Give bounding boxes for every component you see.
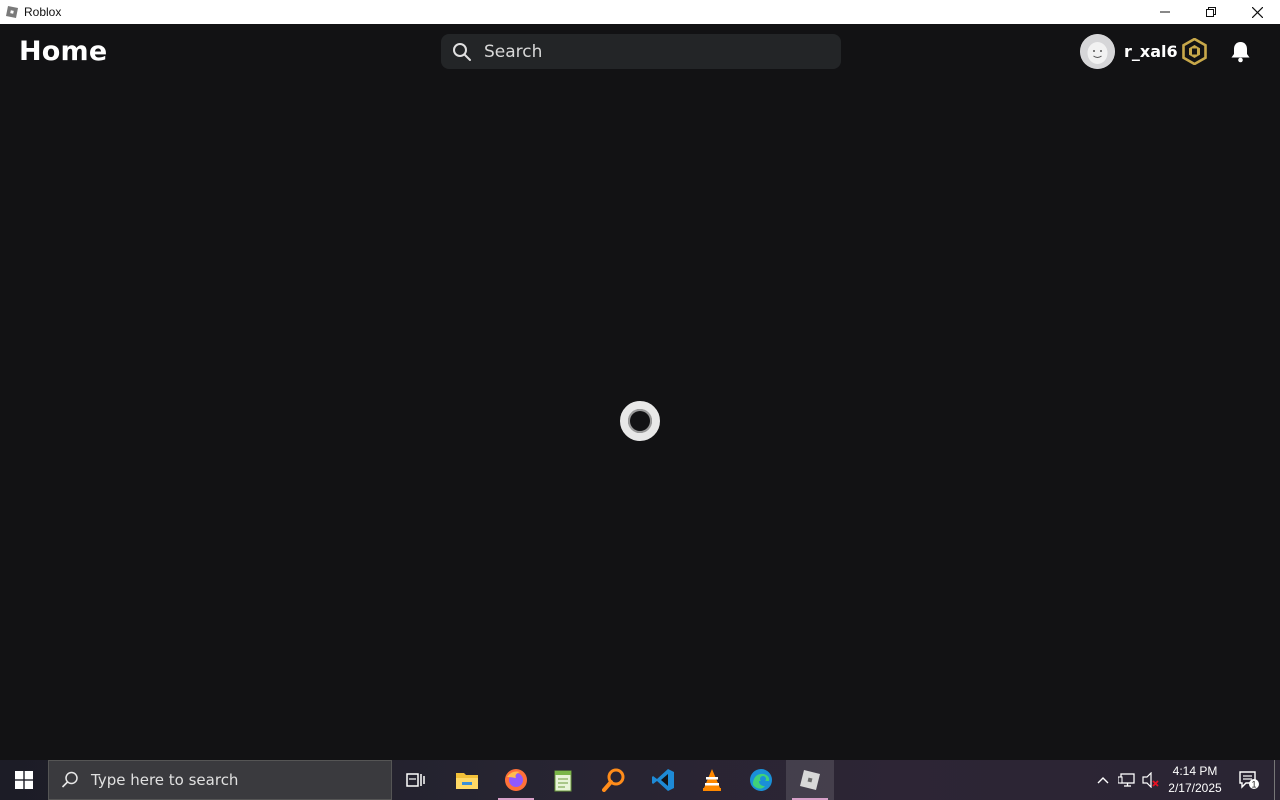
edge-icon[interactable] [737,760,785,800]
task-view-icon[interactable] [392,760,440,800]
taskbar-clock[interactable]: 4:14 PM 2/17/2025 [1164,763,1226,797]
search-bar[interactable] [441,34,841,69]
windows-logo-icon [15,771,33,789]
window-titlebar[interactable]: Roblox [0,0,1280,24]
firefox-icon[interactable] [492,760,540,800]
page-title: Home [19,36,108,67]
avatar[interactable] [1080,34,1115,69]
roblox-app-icon [5,5,19,19]
network-icon[interactable] [1116,760,1138,800]
search-icon [452,42,472,62]
search-app-icon[interactable] [590,760,638,800]
notifications-bell-icon[interactable] [1228,39,1253,64]
vscode-icon[interactable] [639,760,687,800]
search-input[interactable] [482,40,826,63]
roblox-icon[interactable] [786,760,834,800]
notepad-plus-icon[interactable] [540,760,588,800]
taskbar-search-box[interactable]: Type here to search [48,760,392,800]
vlc-icon[interactable] [688,760,736,800]
show-desktop-button[interactable] [1274,760,1280,800]
restore-button[interactable] [1188,0,1234,24]
start-button[interactable] [0,760,48,800]
clock-date: 2/17/2025 [1168,781,1222,795]
taskbar-search-icon [61,771,79,789]
notification-count: 1 [1251,780,1256,790]
loading-spinner [620,401,660,441]
window-title: Roblox [24,5,62,19]
taskbar-search-placeholder: Type here to search [91,771,239,789]
robux-icon[interactable] [1181,37,1208,66]
tray-chevron-up-icon[interactable] [1094,760,1112,800]
file-explorer-icon[interactable] [443,760,491,800]
clock-time: 4:14 PM [1172,764,1218,778]
close-button[interactable] [1234,0,1280,24]
app-header: Home r_xal6 [0,24,1280,80]
action-center-icon[interactable]: 1 [1234,760,1264,800]
volume-muted-icon[interactable] [1140,760,1162,800]
minimize-button[interactable] [1142,0,1188,24]
username[interactable]: r_xal6 [1124,42,1178,61]
windows-taskbar: Type here to search 4:14 PM 2/17/2025 1 [0,760,1280,800]
